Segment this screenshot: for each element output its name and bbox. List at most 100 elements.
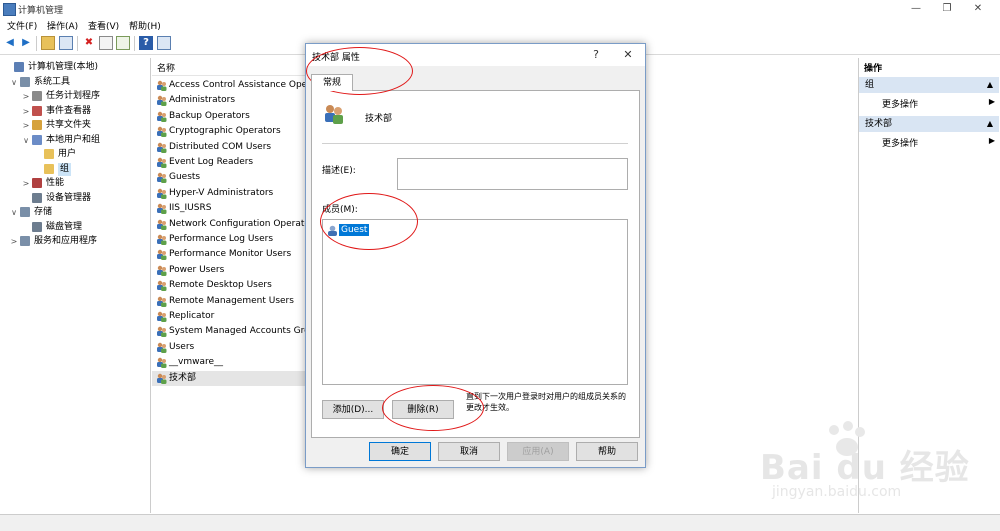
- list-item-label: Backup Operators: [169, 110, 250, 121]
- submenu-arrow-icon: ▶: [988, 97, 995, 106]
- collapse-arrow-icon: ▲: [986, 119, 993, 128]
- list-item-label: Performance Monitor Users: [169, 249, 292, 260]
- list-item-label: Access Control Assistance Operators: [169, 80, 307, 90]
- export-list-icon[interactable]: [116, 36, 130, 50]
- dialog-close-button[interactable]: ✕: [620, 48, 636, 62]
- tree-item[interactable]: 用户: [0, 148, 150, 161]
- list-item-label: __vmware__: [169, 357, 224, 368]
- more-actions-item[interactable]: 更多操作: [882, 97, 918, 110]
- expand-arrow-icon[interactable]: >: [22, 119, 30, 132]
- list-item[interactable]: Network Configuration Operators: [152, 217, 307, 232]
- tree-item[interactable]: > 事件查看器: [0, 105, 150, 118]
- list-item[interactable]: Cryptographic Operators: [152, 124, 307, 139]
- properties-icon[interactable]: [99, 36, 113, 50]
- dialog-help-button[interactable]: ?: [588, 48, 604, 62]
- list-item-label: Replicator: [169, 311, 215, 321]
- expand-arrow-icon[interactable]: >: [22, 90, 30, 103]
- list-item[interactable]: Event Log Readers: [152, 155, 307, 170]
- expand-arrow-icon[interactable]: >: [22, 177, 30, 190]
- tree-item-label: 设备管理器: [46, 192, 92, 203]
- storage-icon: [20, 207, 30, 217]
- list-item[interactable]: Administrators: [152, 93, 307, 108]
- list-item[interactable]: Hyper-V Administrators: [152, 186, 307, 201]
- back-arrow-icon[interactable]: ◀: [3, 36, 17, 50]
- close-window-button[interactable]: ✕: [971, 2, 985, 16]
- tree-item[interactable]: > 服务和应用程序: [0, 235, 150, 248]
- list-item[interactable]: Replicator: [152, 309, 307, 324]
- tree-item[interactable]: > 任务计划程序: [0, 90, 150, 103]
- expand-arrow-icon[interactable]: >: [10, 235, 18, 248]
- tree-item[interactable]: ∨ 系统工具: [0, 76, 150, 89]
- group-icon: [157, 280, 167, 292]
- tree-item[interactable]: 磁盘管理: [0, 221, 150, 234]
- delete-icon[interactable]: ✖: [82, 36, 96, 50]
- list-item[interactable]: Access Control Assistance Operators: [152, 78, 307, 93]
- tree-item-label: 存储: [34, 207, 53, 217]
- list-item[interactable]: Power Users: [152, 263, 307, 278]
- menu-view[interactable]: 查看(V): [88, 19, 119, 32]
- list-item[interactable]: Guests: [152, 170, 307, 185]
- apply-button[interactable]: 应用(A): [507, 442, 569, 461]
- list-item[interactable]: Users: [152, 340, 307, 355]
- minimize-button[interactable]: —: [909, 2, 923, 16]
- list-item[interactable]: Performance Log Users: [152, 232, 307, 247]
- forward-arrow-icon[interactable]: ▶: [19, 36, 33, 50]
- collapse-arrow-icon[interactable]: ∨: [10, 206, 18, 219]
- window-title: 计算机管理: [18, 6, 64, 16]
- expand-arrow-icon[interactable]: >: [22, 105, 30, 118]
- description-field[interactable]: [397, 158, 628, 190]
- maximize-button[interactable]: ❐: [940, 2, 954, 16]
- list-item[interactable]: Remote Management Users: [152, 294, 307, 309]
- tree-item[interactable]: > 共享文件夹: [0, 119, 150, 132]
- tree-item[interactable]: 计算机管理(本地): [0, 61, 150, 74]
- menu-help[interactable]: 帮助(H): [129, 19, 161, 32]
- tree-item[interactable]: > 性能: [0, 177, 150, 190]
- group-icon: [157, 311, 167, 322]
- list-item[interactable]: Backup Operators: [152, 109, 307, 124]
- add-button[interactable]: 添加(D)...: [322, 400, 384, 419]
- remove-button[interactable]: 删除(R): [392, 400, 454, 419]
- group-icon: [157, 111, 167, 122]
- tree-item[interactable]: 组: [0, 162, 150, 176]
- list-item[interactable]: __vmware__: [152, 355, 307, 370]
- tree-item-label: 磁盘管理: [46, 221, 83, 232]
- list-item-label: Network Configuration Operators: [169, 218, 307, 229]
- list-item[interactable]: IIS_IUSRS: [152, 201, 307, 216]
- navigation-tree: 计算机管理(本地) ∨ 系统工具 > 任务计划程序 > 事件查看器 > 共享文件夹 ∨ 本地用户和组…: [0, 58, 151, 513]
- cancel-button[interactable]: 取消: [438, 442, 500, 461]
- menu-action[interactable]: 操作(A): [47, 19, 78, 32]
- group-name: 技术部: [365, 114, 393, 124]
- tree-item[interactable]: ∨ 存储: [0, 206, 150, 219]
- menu-file[interactable]: 文件(F): [7, 19, 37, 32]
- list-item[interactable]: Remote Desktop Users: [152, 278, 307, 293]
- collapse-arrow-icon[interactable]: ∨: [22, 134, 30, 147]
- more-actions-item[interactable]: 更多操作: [882, 136, 918, 149]
- action-pane-icon[interactable]: [157, 36, 171, 50]
- list-item[interactable]: 技术部: [152, 370, 307, 386]
- list-item-label: Cryptographic Operators: [169, 126, 281, 137]
- action-section-tech[interactable]: 技术部 ▲: [859, 116, 999, 132]
- list-item[interactable]: Performance Monitor Users: [152, 247, 307, 262]
- show-hide-tree-icon[interactable]: [59, 36, 73, 50]
- help-button[interactable]: 帮助: [576, 442, 638, 461]
- tree-item[interactable]: ∨ 本地用户和组: [0, 134, 150, 147]
- users-icon: [32, 134, 42, 145]
- tools-icon: [20, 76, 30, 87]
- ok-button[interactable]: 确定: [369, 442, 431, 461]
- properties-dialog: 技术部 属性 ? ✕ 常规 技术部 描述(E): 成员(M): Guest 添加…: [305, 43, 646, 468]
- action-section-group[interactable]: 组 ▲: [859, 77, 999, 93]
- list-item-label: Distributed COM Users: [169, 141, 272, 152]
- members-list[interactable]: Guest: [322, 219, 628, 385]
- tree-item[interactable]: 设备管理器: [0, 192, 150, 205]
- collapse-arrow-icon[interactable]: ∨: [10, 76, 18, 89]
- list-item[interactable]: Distributed COM Users: [152, 140, 307, 155]
- list-item[interactable]: System Managed Accounts Group: [152, 324, 307, 339]
- group-icon: [157, 342, 167, 353]
- tab-general[interactable]: 常规: [311, 74, 353, 91]
- title-bar: 计算机管理 — ❐ ✕: [0, 0, 1000, 18]
- help-icon[interactable]: ?: [139, 36, 153, 50]
- up-folder-icon[interactable]: [41, 36, 55, 50]
- group-icon: [157, 296, 167, 307]
- column-header-name[interactable]: 名称: [152, 58, 307, 76]
- list-item-label: Guests: [169, 172, 201, 183]
